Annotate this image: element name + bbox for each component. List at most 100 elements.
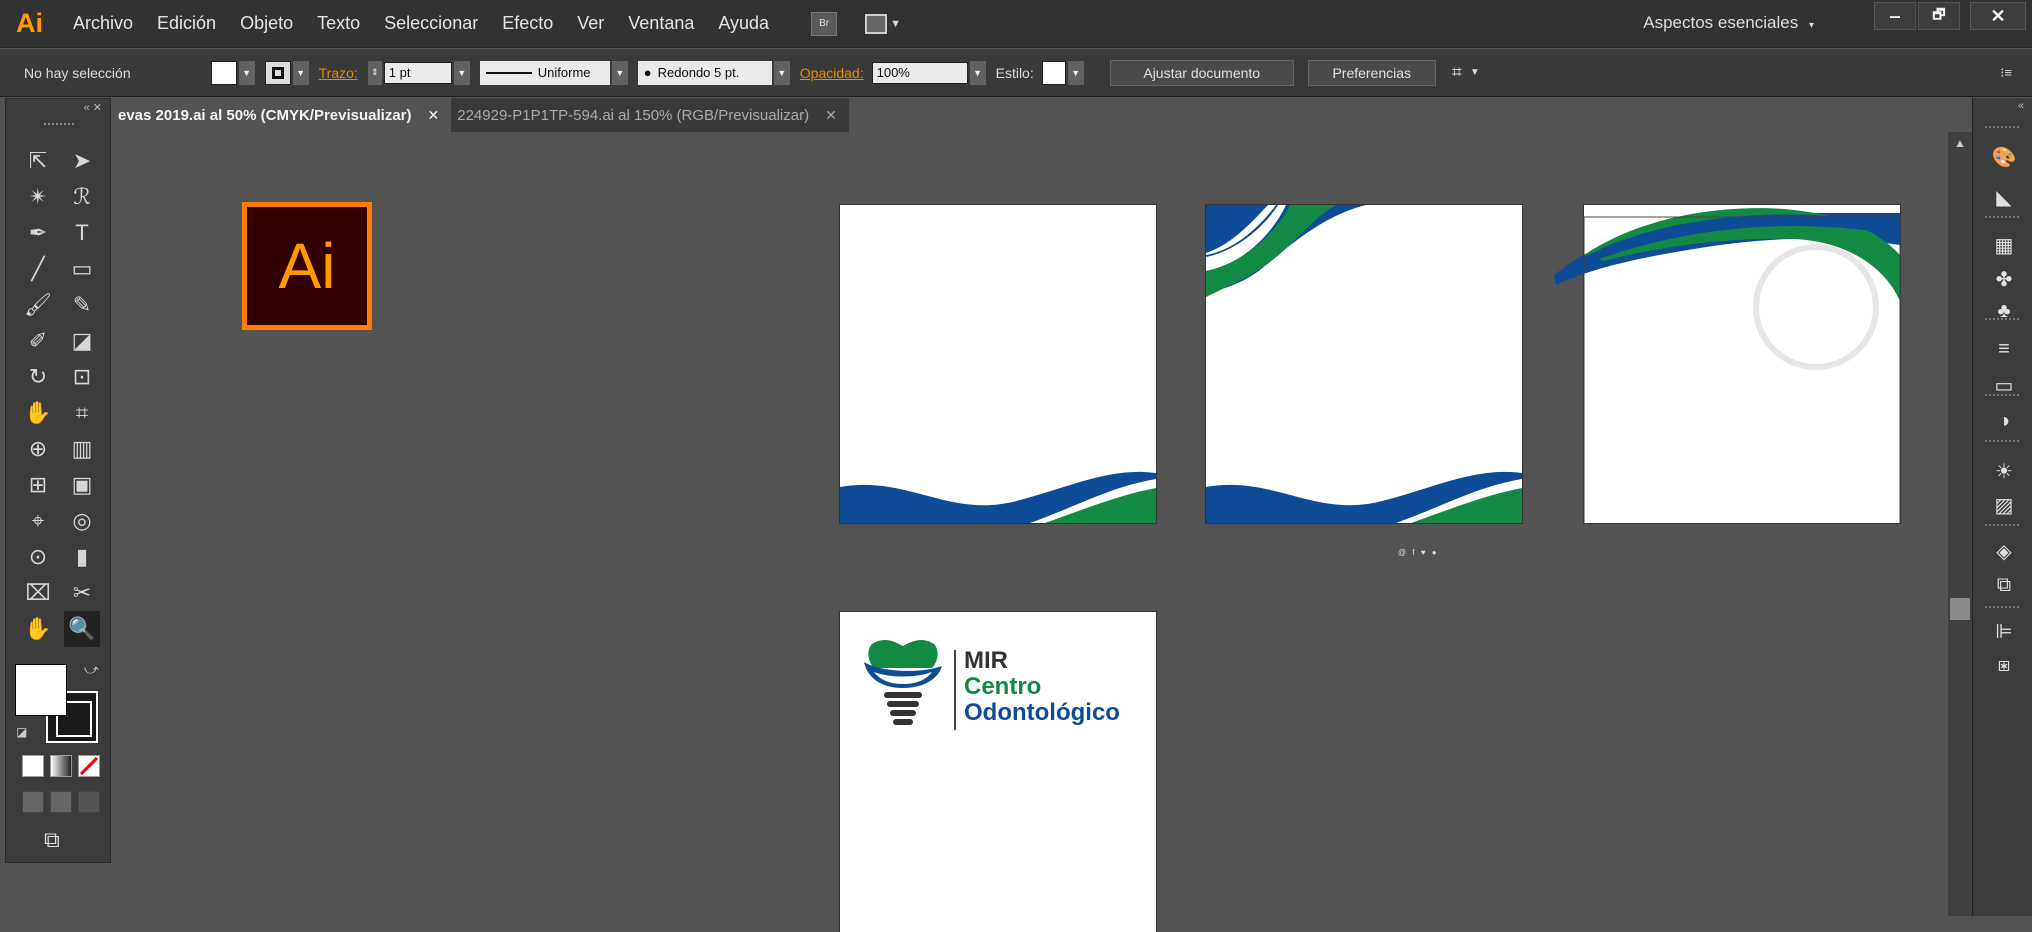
canvas[interactable]: Ai @ f ♥ ● MIR Centro Odontológico — [112, 132, 1948, 932]
stroke-icon[interactable]: ≡ — [1991, 336, 2017, 362]
arrange-icon[interactable]: ⌗ — [1452, 62, 1462, 83]
shape-builder-icon[interactable]: ⊕ — [20, 431, 56, 467]
eyedropper-icon[interactable]: ⌖ — [20, 503, 56, 539]
close-window-button[interactable]: ✕ — [1970, 2, 2026, 30]
slice-icon[interactable]: ✂ — [64, 575, 100, 611]
opacity-dropdown[interactable]: ▼ — [969, 60, 986, 85]
scroll-up-icon[interactable]: ▲ — [1954, 136, 1966, 150]
draw-behind-icon[interactable] — [50, 791, 72, 813]
artboard-3[interactable] — [1554, 205, 1901, 523]
rectangle-icon[interactable]: ▭ — [64, 251, 100, 287]
symbol-sprayer-icon[interactable]: ⊙ — [20, 539, 56, 575]
mesh-icon[interactable]: ⊞ — [20, 467, 56, 503]
tab-document-2[interactable]: 224929-P1P1TP-594.ai al 150% (RGB/Previs… — [451, 98, 849, 132]
rotate-icon[interactable]: ↻ — [20, 359, 56, 395]
direct-selection-icon[interactable]: ➤ — [64, 143, 100, 179]
workspace-switcher[interactable]: Aspectos esenciales ▾ — [1643, 13, 1814, 33]
swatches-icon[interactable]: ▦ — [1991, 232, 2017, 258]
opacity-link[interactable]: Opacidad: — [800, 65, 864, 81]
expand-panels-icon[interactable]: « — [2018, 100, 2024, 112]
line-icon[interactable]: ╱ — [20, 251, 56, 287]
stroke-weight-field[interactable]: 1 pt — [383, 61, 452, 84]
restore-button[interactable]: 🗗 — [1918, 2, 1960, 30]
artboard-4[interactable]: MIR Centro Odontológico — [840, 612, 1156, 932]
gradient-panel-icon[interactable]: ▭ — [1991, 372, 2017, 398]
menu-edicion[interactable]: Edición — [157, 13, 216, 34]
swap-colors-icon[interactable]: ⤻ — [84, 661, 99, 678]
menu-seleccionar[interactable]: Seleccionar — [384, 13, 478, 34]
opacity-field[interactable]: 100% — [871, 61, 968, 84]
stroke-dropdown[interactable]: ▼ — [292, 60, 309, 85]
chevron-down-icon[interactable]: ▼ — [1470, 67, 1480, 78]
magic-wand-icon[interactable]: ✴ — [20, 179, 56, 215]
menu-objeto[interactable]: Objeto — [240, 13, 293, 34]
symbols-icon[interactable]: ♣ — [1991, 298, 2017, 324]
layers-icon[interactable]: ◈ — [1991, 538, 2017, 564]
column-graph-icon[interactable]: ▮ — [64, 539, 100, 575]
panel-group-divider[interactable] — [1985, 524, 2021, 526]
stroke-color-swatch[interactable] — [264, 60, 291, 85]
panel-group-divider[interactable] — [1985, 606, 2021, 608]
menu-texto[interactable]: Texto — [317, 13, 360, 34]
warp-icon[interactable]: ✋ — [20, 395, 56, 431]
preferences-button[interactable]: Preferencias — [1307, 59, 1436, 86]
menu-ver[interactable]: Ver — [577, 13, 604, 34]
default-colors-icon[interactable]: ◪ — [16, 725, 27, 739]
close-tab-icon[interactable]: ✕ — [825, 107, 837, 124]
zoom-icon[interactable]: 🔍 — [64, 611, 100, 647]
gradient-icon[interactable] — [50, 755, 72, 777]
bridge-button[interactable]: Br — [811, 11, 838, 36]
fit-document-button[interactable]: Ajustar documento — [1109, 59, 1294, 86]
color-guide-icon[interactable]: 🎨 — [1991, 144, 2017, 170]
align-icon[interactable]: ⊫ — [1991, 618, 2017, 644]
fill-color-swatch[interactable] — [210, 60, 237, 85]
fill-swatch[interactable] — [15, 664, 67, 716]
brush-dropdown[interactable]: ▼ — [773, 60, 790, 85]
graphic-styles-icon[interactable]: ▨ — [1991, 492, 2017, 518]
gradient-icon[interactable]: ▣ — [64, 467, 100, 503]
vertical-scrollbar[interactable]: ▲ — [1948, 132, 1972, 916]
panel-menu-icon[interactable]: ⁝≡ — [2000, 65, 2012, 81]
appearance-icon[interactable]: ☀ — [1991, 458, 2017, 484]
menu-ventana[interactable]: Ventana — [628, 13, 694, 34]
scale-icon[interactable]: ⊡ — [64, 359, 100, 395]
selection-icon[interactable]: ⇱ — [20, 143, 56, 179]
color-icon[interactable]: ◣ — [1991, 184, 2017, 210]
perspective-grid-icon[interactable]: ▥ — [64, 431, 100, 467]
profile-dropdown[interactable]: ▼ — [611, 60, 628, 85]
brush-definition[interactable]: ● Redondo 5 pt. — [637, 60, 772, 85]
fill-dropdown[interactable]: ▼ — [238, 60, 255, 85]
scrollbar-thumb[interactable] — [1950, 598, 1970, 620]
draw-inside-icon[interactable] — [78, 791, 100, 813]
artboard-1[interactable] — [840, 205, 1156, 523]
menu-ayuda[interactable]: Ayuda — [718, 13, 769, 34]
style-dropdown[interactable]: ▼ — [1067, 60, 1084, 85]
paintbrush-icon[interactable]: 🖌 — [20, 287, 56, 323]
arrange-documents-button[interactable]: ▼ — [865, 13, 901, 34]
panel-group-divider[interactable] — [1985, 126, 2021, 128]
panel-group-divider[interactable] — [1985, 216, 2021, 218]
stroke-stepper[interactable]: ⇕ — [367, 60, 382, 85]
blend-icon[interactable]: ◎ — [64, 503, 100, 539]
none-icon[interactable] — [78, 755, 100, 777]
menu-archivo[interactable]: Archivo — [73, 13, 133, 34]
panel-group-divider[interactable] — [1985, 440, 2021, 442]
tab-document-1[interactable]: evas 2019.ai al 50% (CMYK/Previsualizar)… — [112, 98, 452, 132]
transparency-icon[interactable]: ◑ — [1991, 408, 2017, 434]
stroke-link[interactable]: Trazo: — [319, 65, 358, 81]
color-icon[interactable] — [22, 755, 44, 777]
pathfinder-icon[interactable]: ⧆ — [1991, 652, 2017, 678]
pencil-icon[interactable]: ✎ — [64, 287, 100, 323]
stroke-weight-dropdown[interactable]: ▼ — [453, 60, 470, 85]
hand-icon[interactable]: ✋ — [20, 611, 56, 647]
draw-normal-icon[interactable] — [22, 791, 44, 813]
type-icon[interactable]: T — [64, 215, 100, 251]
shaper-icon[interactable]: ✐ — [20, 323, 56, 359]
minimize-button[interactable]: ‒ — [1874, 2, 1916, 30]
collapse-panel-icon[interactable]: « ✕ — [84, 101, 102, 114]
eraser-icon[interactable]: ◪ — [64, 323, 100, 359]
menu-efecto[interactable]: Efecto — [502, 13, 553, 34]
close-tab-icon[interactable]: ✕ — [428, 107, 440, 124]
artboards-icon[interactable]: ⧉ — [1991, 572, 2017, 598]
panel-grip[interactable] — [44, 123, 74, 125]
